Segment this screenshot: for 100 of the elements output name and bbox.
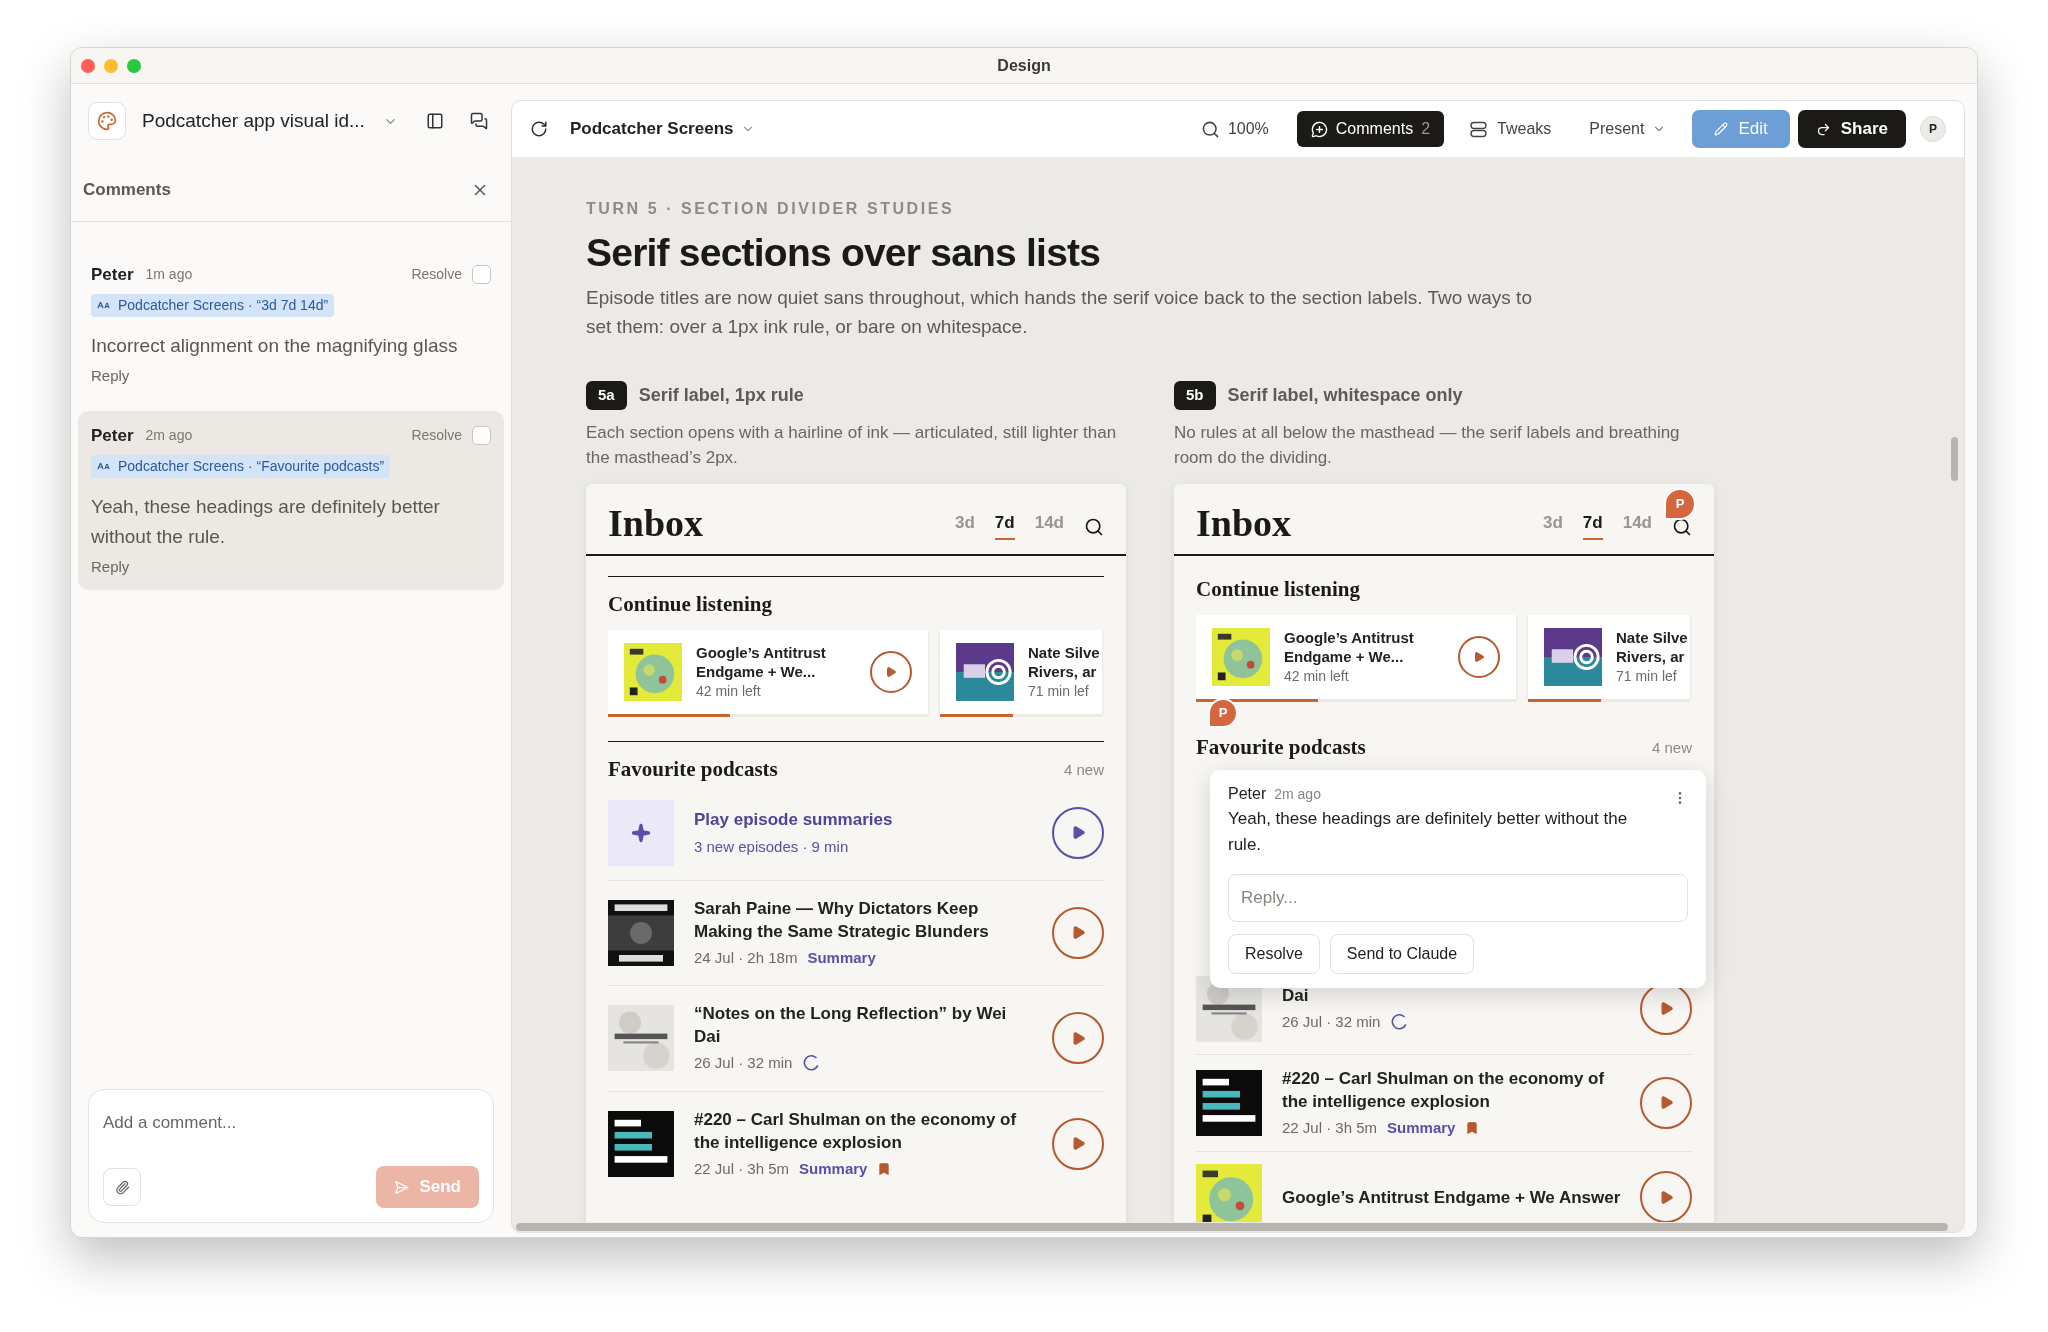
episode-meta: 24 Jul · 2h 18m xyxy=(694,947,798,968)
present-button[interactable]: Present xyxy=(1579,111,1677,147)
palette-icon xyxy=(97,111,117,131)
popover-button[interactable]: Send to Claude xyxy=(1329,933,1475,974)
card-title: Nate Silve xyxy=(1028,642,1100,662)
refresh-icon[interactable] xyxy=(530,120,548,138)
card-title: Endgame + We... xyxy=(696,661,817,681)
play-button[interactable] xyxy=(870,651,912,693)
play-button[interactable] xyxy=(1640,1076,1692,1129)
episode-row[interactable]: #220 – Carl Shulman on the economy of the intelligence explosion 22 Jul · 3h 5m Summary xyxy=(1196,1054,1692,1152)
continue-card[interactable]: Google’s Antitrust Endgame + We... 42 min left xyxy=(1196,615,1516,699)
continue-card[interactable]: Nate Silve Rivers, ar 71 min lef xyxy=(940,630,1102,714)
resolve-checkbox[interactable] xyxy=(472,426,491,446)
close-window-button[interactable] xyxy=(81,59,95,73)
play-icon xyxy=(1658,1095,1674,1111)
share-arrow-icon xyxy=(1815,121,1831,137)
comments-icon[interactable] xyxy=(469,112,488,130)
zoom-icon[interactable] xyxy=(1200,119,1220,139)
reply-link[interactable]: Reply xyxy=(91,555,130,578)
comment-time: 2m ago xyxy=(1274,784,1321,804)
page-heading: Serif sections over sans lists xyxy=(586,230,1102,276)
episode-row[interactable]: Sarah Paine — Why Dictators Keep Making the Same Strategic Blunders 24 Jul · 2h 18m Summary xyxy=(608,880,1104,986)
pencil-icon xyxy=(1714,122,1729,136)
episode-title: Dai xyxy=(1282,984,1310,1007)
comments-count: 2 xyxy=(1421,119,1431,139)
comment-author: Peter xyxy=(1228,783,1267,804)
new-count: 4 new xyxy=(1063,759,1104,780)
attach-button[interactable] xyxy=(103,1168,141,1206)
loading-spinner-icon xyxy=(1390,1013,1409,1031)
play-button[interactable] xyxy=(1052,906,1104,959)
comment-card[interactable]: Peter 2m ago Resolve Podcatcher Screens · “Favourite podcasts” Yeah, these headings are definitely better without the rule. Reply xyxy=(78,411,504,590)
episode-meta: 22 Jul · 3h 5m xyxy=(694,1158,790,1179)
range-tab[interactable]: 7d xyxy=(994,510,1015,540)
summary-title: Play episode summaries xyxy=(694,808,894,831)
resolve-checkbox[interactable] xyxy=(472,265,491,285)
share-button[interactable]: Share xyxy=(1797,110,1906,148)
summary-link[interactable]: Summary xyxy=(799,1157,868,1180)
target-tag[interactable]: Podcatcher Screens · “3d 7d 14d” xyxy=(91,293,335,317)
comment-pin[interactable]: P xyxy=(1208,698,1238,728)
play-button[interactable] xyxy=(1052,1117,1104,1170)
summary-link[interactable]: Summary xyxy=(1387,1116,1456,1139)
comment-text: Yeah, these headings are definitely better without the rule. xyxy=(91,494,441,549)
continue-card[interactable]: Google’s Antitrust Endgame + We... 42 min left xyxy=(608,630,928,714)
card-title: Google’s Antitrust xyxy=(696,642,827,662)
vertical-scrollbar[interactable] xyxy=(1951,437,1958,481)
target-label: Podcatcher Screens · “Favourite podcasts” xyxy=(118,456,385,476)
popover-button[interactable]: Resolve xyxy=(1228,933,1320,974)
episode-title: #220 – Carl Shulman on the economy of the intelligence explosion xyxy=(1282,1067,1606,1113)
horizontal-scrollbar[interactable] xyxy=(516,1223,1948,1231)
file-name[interactable]: Podcatcher Screens xyxy=(570,116,734,142)
range-tab[interactable]: 7d xyxy=(1582,510,1603,540)
play-icon xyxy=(1473,651,1485,663)
section-title: Favourite podcasts xyxy=(1196,734,1366,761)
comment-time: 2m ago xyxy=(145,426,193,446)
page-description: Episode titles are now quiet sans throughout, which hands the serif voice back to the section labels. Two ways to set them: over a 1px ink rule, or bare on whitespace. xyxy=(586,286,1533,339)
episode-title: #220 – Carl Shulman on the economy of the intelligence explosion xyxy=(694,1108,1018,1154)
project-title[interactable]: Podcatcher app visual id... xyxy=(142,106,365,136)
card-title: Rivers, ar xyxy=(1028,661,1098,681)
send-icon xyxy=(394,1179,410,1195)
continue-card[interactable]: Nate Silve Rivers, ar 71 min lef xyxy=(1528,615,1690,699)
summary-link[interactable]: Summary xyxy=(807,946,876,969)
comment-author: Peter xyxy=(91,264,134,286)
play-icon xyxy=(1070,925,1086,941)
reply-link[interactable]: Reply xyxy=(91,364,130,387)
variant-description: Each section opens with a hairline of ink — articulated, still lighter than the masthead’s 2px. xyxy=(586,421,1118,469)
zoom-level[interactable]: 100% xyxy=(1227,117,1269,141)
search-icon[interactable] xyxy=(1084,516,1104,537)
card-title: Endgame + We... xyxy=(1284,646,1405,666)
time-left: 42 min left xyxy=(696,681,762,701)
card-title: Rivers, ar xyxy=(1616,646,1686,666)
variant-badge: 5b xyxy=(1174,381,1216,410)
reply-field[interactable]: Reply... xyxy=(1228,873,1688,922)
variant-description: No rules at all below the masthead — the serif labels and breathing room do the dividing. xyxy=(1174,421,1681,469)
sidebar-toggle-icon[interactable] xyxy=(425,112,444,130)
sparkle-icon xyxy=(631,822,651,843)
play-button[interactable] xyxy=(1458,636,1500,678)
time-left: 71 min lef xyxy=(1028,681,1090,701)
card-title: Google’s Antitrust xyxy=(1284,627,1415,647)
episode-meta: 26 Jul · 32 min xyxy=(1282,1011,1381,1032)
time-left: 42 min left xyxy=(1284,666,1350,686)
episode-title: Sarah Paine — Why Dictators Keep Making the Same Strategic Blunders xyxy=(694,897,990,943)
comment-text: Incorrect alignment on the magnifying glass xyxy=(91,333,459,358)
play-icon xyxy=(1070,825,1086,840)
variant-badge: 5a xyxy=(586,381,627,410)
user-avatar[interactable]: P xyxy=(1920,116,1946,142)
episode-row[interactable]: Dai 26 Jul · 32 min xyxy=(1196,963,1692,1055)
episode-row[interactable]: “Notes on the Long Reflection” by Wei Dai 26 Jul · 32 min xyxy=(608,986,1104,1092)
comment-pin[interactable]: P xyxy=(1664,487,1696,520)
play-button[interactable] xyxy=(1052,1012,1104,1065)
project-logo[interactable] xyxy=(88,102,126,140)
comments-heading: Comments xyxy=(83,178,171,201)
variant-label: Serif label, whitespace only xyxy=(1227,383,1463,407)
target-tag[interactable]: Podcatcher Screens · “Favourite podcasts” xyxy=(91,454,391,478)
play-button[interactable] xyxy=(1052,806,1104,859)
new-count: 4 new xyxy=(1651,737,1692,758)
loading-spinner-icon xyxy=(802,1054,821,1073)
episode-row[interactable]: #220 – Carl Shulman on the economy of the intelligence explosion 22 Jul · 3h 5m Summary xyxy=(608,1091,1104,1196)
tweaks-button[interactable]: Tweaks xyxy=(1464,111,1558,147)
comments-button[interactable]: Comments 2 xyxy=(1296,111,1445,147)
toggles-icon xyxy=(1470,120,1488,138)
